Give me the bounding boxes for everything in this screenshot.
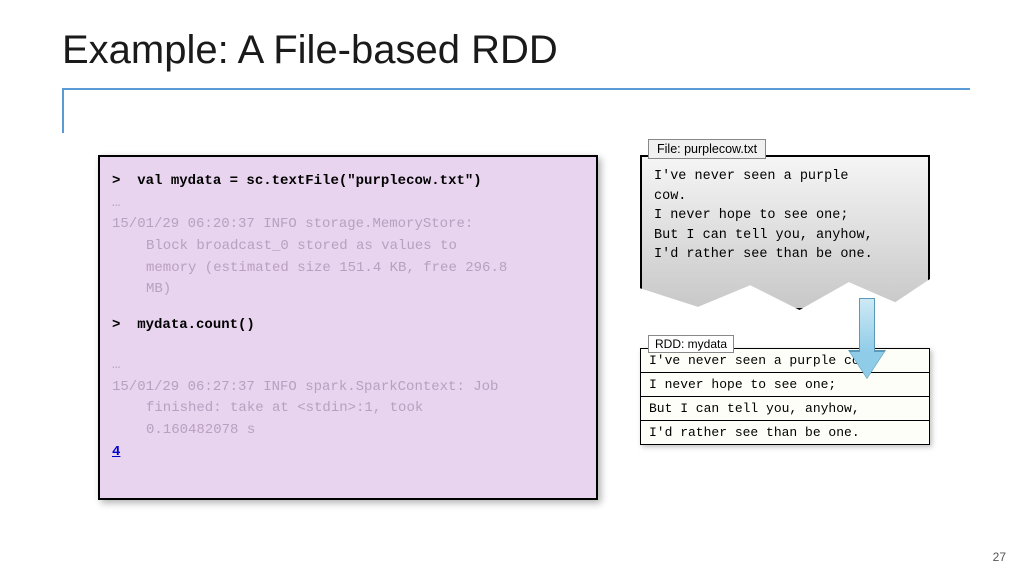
code-cmd-1: val mydata = sc.textFile("purplecow.txt"… (137, 173, 481, 189)
arrow-down-icon (850, 298, 884, 380)
code-block: > val mydata = sc.textFile("purplecow.tx… (98, 155, 598, 500)
rdd-panel: RDD: mydata I've never seen a purple cow… (640, 348, 930, 445)
file-panel: File: purplecow.txt I've never seen a pu… (640, 155, 930, 310)
title-rule (62, 88, 970, 90)
faded-ellipsis2: … (112, 355, 584, 377)
file-line: I've never seen a purple (654, 167, 916, 187)
slide-title: Example: A File-based RDD (62, 28, 558, 73)
faded-ellipsis1: … (112, 193, 584, 215)
rdd-table: I've never seen a purple cow. I never ho… (640, 348, 930, 445)
prompt-1: > (112, 173, 120, 189)
log-line-2a: 15/01/29 06:27:37 INFO spark.SparkContex… (112, 377, 584, 399)
code-cmd-2: mydata.count() (137, 317, 255, 333)
file-line: I'd rather see than be one. (654, 245, 916, 265)
log-line-2b: finished: take at <stdin>:1, took (112, 398, 584, 420)
rdd-row: But I can tell you, anyhow, (641, 397, 930, 421)
log-line-1d: MB) (112, 279, 584, 301)
log-line-1a: 15/01/29 06:20:37 INFO storage.MemorySto… (112, 214, 584, 236)
file-line: cow. (654, 187, 916, 207)
file-label: File: purplecow.txt (648, 139, 766, 159)
log-line-2c: 0.160482078 s (112, 420, 584, 442)
log-line-1c: memory (estimated size 151.4 KB, free 29… (112, 258, 584, 280)
rdd-row: I'd rather see than be one. (641, 421, 930, 445)
prompt-2: > (112, 317, 120, 333)
code-result: 4 (112, 442, 584, 464)
file-line: But I can tell you, anyhow, (654, 226, 916, 246)
title-rule-vertical (62, 88, 64, 133)
log-line-1b: Block broadcast_0 stored as values to (112, 236, 584, 258)
file-body: I've never seen a purple cow. I never ho… (640, 155, 930, 310)
rdd-label: RDD: mydata (648, 335, 734, 353)
rdd-row: I never hope to see one; (641, 373, 930, 397)
page-number: 27 (993, 550, 1006, 564)
file-line: I never hope to see one; (654, 206, 916, 226)
